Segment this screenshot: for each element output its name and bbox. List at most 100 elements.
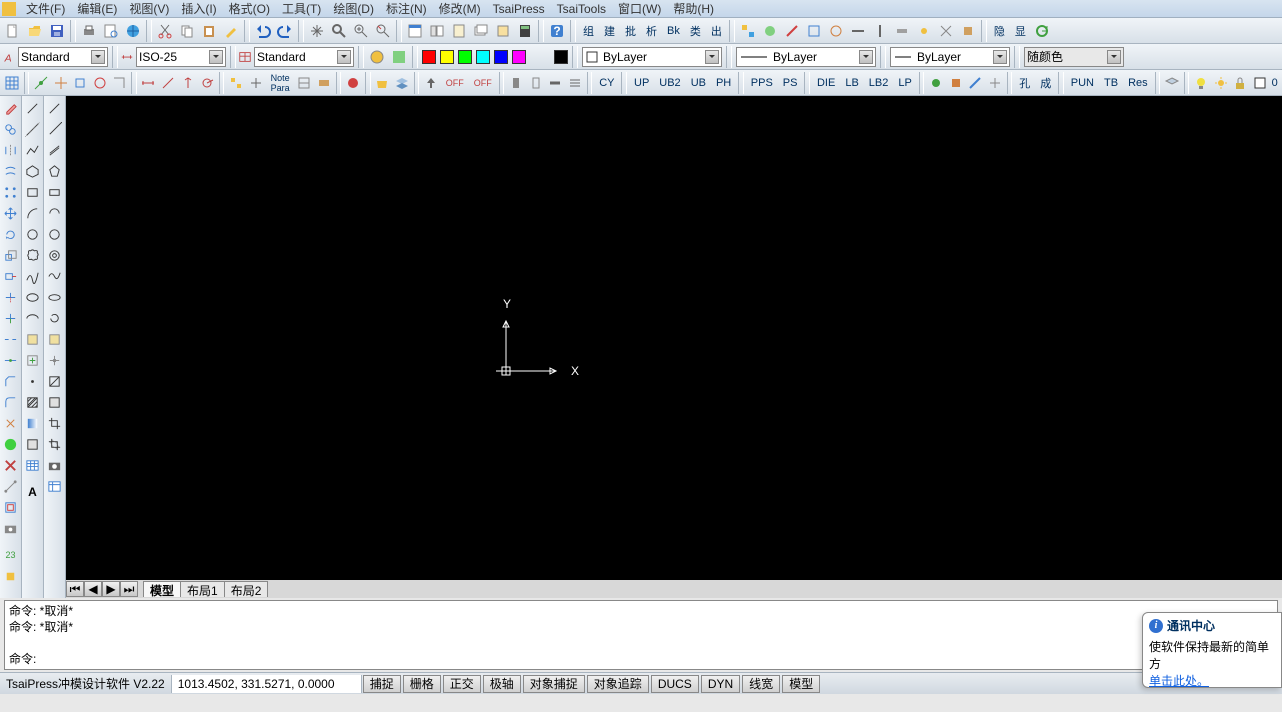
- ellipse-arc-button[interactable]: [23, 308, 43, 328]
- region2-button[interactable]: [45, 392, 65, 412]
- dim-a-icon[interactable]: [139, 72, 159, 94]
- cn-b-icon[interactable]: [946, 72, 966, 94]
- new-file-button[interactable]: [2, 20, 24, 42]
- icon-h[interactable]: [891, 20, 913, 42]
- tab-first-button[interactable]: ⏮: [66, 581, 84, 597]
- mirror-button[interactable]: [1, 140, 21, 160]
- build-button[interactable]: 建: [599, 21, 620, 41]
- scale-button[interactable]: [1, 245, 21, 265]
- paste-button[interactable]: [198, 20, 220, 42]
- punch-b-icon[interactable]: [526, 72, 546, 94]
- num-23-icon[interactable]: 23: [1, 545, 21, 565]
- point2-button[interactable]: [45, 350, 65, 370]
- group-button[interactable]: 组: [578, 21, 599, 41]
- bk-button[interactable]: Bk: [662, 21, 685, 41]
- form-button[interactable]: 成: [1035, 73, 1056, 93]
- region-button[interactable]: [23, 434, 43, 454]
- menu-view[interactable]: 视图(V): [123, 0, 175, 17]
- print-button[interactable]: [78, 20, 100, 42]
- punch-a-icon[interactable]: [506, 72, 526, 94]
- osnap-toggle[interactable]: 对象捕捉: [523, 675, 585, 693]
- zoom-window-button[interactable]: [350, 20, 372, 42]
- insert2-button[interactable]: [45, 329, 65, 349]
- match-properties-button[interactable]: [220, 20, 242, 42]
- punch-d-icon[interactable]: [565, 72, 585, 94]
- punch-c-icon[interactable]: [546, 72, 566, 94]
- color-globe-icon[interactable]: [366, 46, 388, 68]
- pline-button[interactable]: [23, 140, 43, 160]
- mtext-button[interactable]: A: [23, 482, 43, 502]
- color-yellow[interactable]: [440, 50, 454, 64]
- ub2-button[interactable]: UB2: [654, 73, 685, 93]
- osnap-e-icon[interactable]: [109, 72, 129, 94]
- hole-button[interactable]: 孔: [1014, 73, 1035, 93]
- ellipse-button[interactable]: [23, 287, 43, 307]
- publish-button[interactable]: [122, 20, 144, 42]
- green-circle-icon[interactable]: [1, 434, 21, 454]
- bottom-icon[interactable]: [1, 566, 21, 586]
- help-button[interactable]: ?: [546, 20, 568, 42]
- polygon-button[interactable]: [23, 161, 43, 181]
- batch-button[interactable]: 批: [620, 21, 641, 41]
- point-button[interactable]: [23, 371, 43, 391]
- open2-icon[interactable]: [373, 72, 393, 94]
- chamfer-button[interactable]: [1, 371, 21, 391]
- calculator-button[interactable]: [514, 20, 536, 42]
- tablestyle-combo[interactable]: Standard: [254, 47, 354, 67]
- command-window[interactable]: 命令: *取消* 命令: *取消* 命令:: [4, 600, 1278, 670]
- out-button[interactable]: 出: [706, 21, 727, 41]
- color-red[interactable]: [422, 50, 436, 64]
- stretch-button[interactable]: [1, 266, 21, 286]
- menu-format[interactable]: 格式(O): [223, 0, 276, 17]
- erase-button[interactable]: [1, 98, 21, 118]
- color-cyan[interactable]: [476, 50, 490, 64]
- icon-g[interactable]: [869, 20, 891, 42]
- menu-annotate[interactable]: 标注(N): [380, 0, 433, 17]
- design-center-button[interactable]: [426, 20, 448, 42]
- pun-button[interactable]: PUN: [1066, 73, 1099, 93]
- icon-d[interactable]: [803, 20, 825, 42]
- up2-button[interactable]: UP: [629, 73, 654, 93]
- custom-x-icon[interactable]: [1, 455, 21, 475]
- lineweight-combo[interactable]: ByLayer: [890, 47, 1010, 67]
- lp-button[interactable]: LP: [893, 73, 916, 93]
- command-input[interactable]: [36, 651, 1273, 667]
- mline-button[interactable]: [45, 140, 65, 160]
- hatch2-button[interactable]: [45, 371, 65, 391]
- properties-button[interactable]: [404, 20, 426, 42]
- grid-toggle[interactable]: 栅格: [403, 675, 441, 693]
- menu-tools[interactable]: 工具(T): [276, 0, 327, 17]
- break-button[interactable]: [1, 329, 21, 349]
- off2-button[interactable]: OFF: [469, 73, 497, 93]
- menu-file[interactable]: 文件(F): [20, 0, 71, 17]
- color-green[interactable]: [458, 50, 472, 64]
- gradient-button[interactable]: [23, 413, 43, 433]
- pps-button[interactable]: PPS: [746, 73, 778, 93]
- color-blue[interactable]: [494, 50, 508, 64]
- modify-e-icon[interactable]: [314, 72, 334, 94]
- redo-button[interactable]: [274, 20, 296, 42]
- up-arrow-icon[interactable]: [421, 72, 441, 94]
- cy-button[interactable]: CY: [594, 73, 619, 93]
- ducs-toggle[interactable]: DUCS: [651, 675, 699, 693]
- zoom-previous-button[interactable]: [372, 20, 394, 42]
- offset-button[interactable]: [1, 161, 21, 181]
- modify-b-icon[interactable]: [246, 72, 266, 94]
- sheet-set-button[interactable]: [470, 20, 492, 42]
- drawing-canvas[interactable]: X Y ⏮ ◀ ▶ ⏭ 模型 布局1 布局2: [66, 96, 1282, 598]
- copy-button[interactable]: [176, 20, 198, 42]
- array-button[interactable]: [1, 182, 21, 202]
- modify-d-icon[interactable]: [295, 72, 315, 94]
- fillet-button[interactable]: [1, 392, 21, 412]
- open-file-button[interactable]: [24, 20, 46, 42]
- lock-icon[interactable]: [1230, 72, 1250, 94]
- layer-combo[interactable]: ByLayer: [582, 47, 722, 67]
- osnap-d-icon[interactable]: [90, 72, 110, 94]
- custom-edge-icon[interactable]: [1, 476, 21, 496]
- reset-button[interactable]: [45, 308, 65, 328]
- print-preview-button[interactable]: [100, 20, 122, 42]
- donut-button[interactable]: [45, 245, 65, 265]
- color-magenta[interactable]: [512, 50, 526, 64]
- tab-last-button[interactable]: ⏭: [120, 581, 138, 597]
- note-button[interactable]: NotePara: [266, 73, 295, 93]
